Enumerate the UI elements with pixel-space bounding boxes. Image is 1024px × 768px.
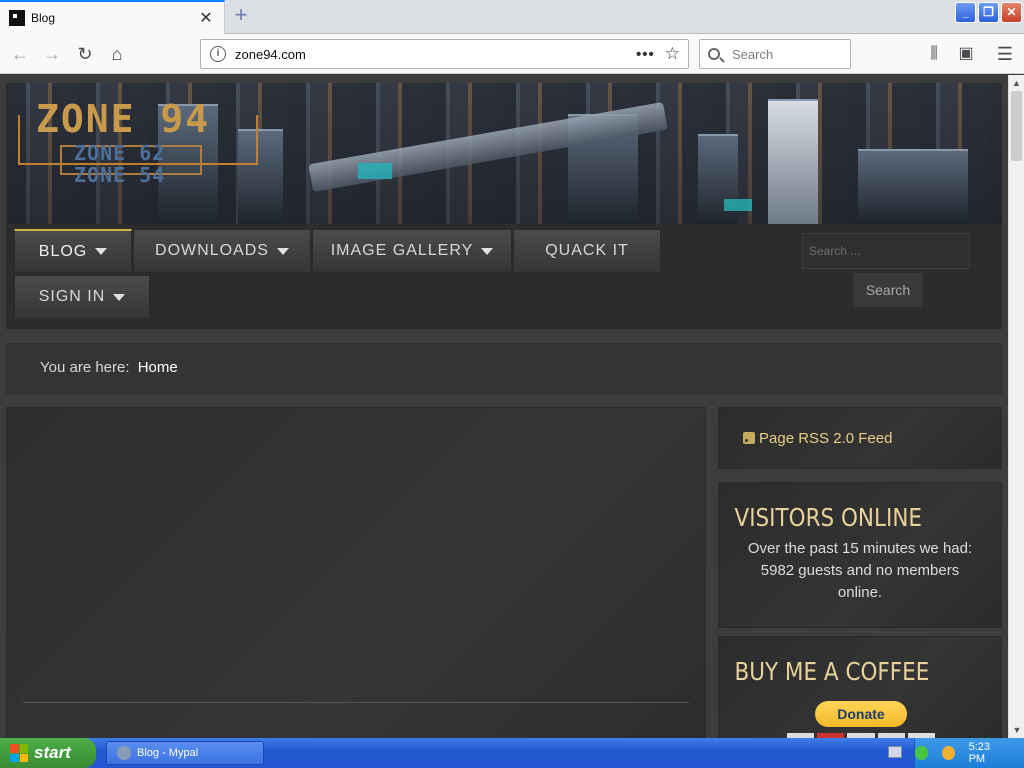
sidebar-icon[interactable]: ▣ xyxy=(954,42,978,66)
back-arrow-icon[interactable]: ← xyxy=(8,42,32,66)
menu-item-label: BLOG xyxy=(38,242,88,260)
network-icon[interactable] xyxy=(915,746,928,760)
content-divider xyxy=(23,702,689,703)
rss-feed-link[interactable]: Page RSS 2.0 Feed xyxy=(759,430,892,447)
windows-logo-icon xyxy=(10,744,28,762)
caret-down-icon xyxy=(95,248,108,255)
coffee-title: BUY ME A COFFEE xyxy=(734,657,930,686)
keyboard-icon[interactable] xyxy=(888,746,902,758)
bookmark-star-icon[interactable]: ☆ xyxy=(665,44,680,64)
rss-icon xyxy=(743,432,755,444)
address-bar[interactable]: i zone94.com ••• ☆ xyxy=(200,39,689,69)
site-header: ZONE 94 ZONE 62 ZONE 54 BLOG DOWNLOADS I… xyxy=(6,83,1002,329)
clock[interactable]: 5:23 PM xyxy=(969,741,1006,765)
header-banner-image: ZONE 94 ZONE 62 ZONE 54 xyxy=(8,83,1002,224)
scroll-down-icon[interactable]: ▼ xyxy=(1009,722,1024,738)
building-shape xyxy=(858,149,968,224)
building-shape xyxy=(768,99,818,224)
taskbar: start Blog - Mypal 5:23 PM xyxy=(0,738,1024,768)
start-label: start xyxy=(34,743,71,762)
menu-item-downloads[interactable]: DOWNLOADS xyxy=(133,229,311,273)
neon-sign xyxy=(358,163,392,179)
url-text[interactable]: zone94.com xyxy=(235,47,636,62)
main-content xyxy=(6,407,706,738)
menu-item-sign-in[interactable]: SIGN IN xyxy=(14,275,150,319)
rss-feed-box: Page RSS 2.0 Feed xyxy=(718,407,1002,469)
menu-item-blog[interactable]: BLOG xyxy=(14,229,132,273)
taskbar-item-label: Blog - Mypal xyxy=(137,747,199,759)
tab-blog[interactable]: Blog ✕ xyxy=(0,0,225,34)
tab-strip: Blog ✕ + _ ❐ ✕ xyxy=(0,0,1024,34)
reload-icon[interactable]: ↻ xyxy=(73,42,97,66)
forward-arrow-icon[interactable]: → xyxy=(40,42,64,66)
web-page: ZONE 94 ZONE 62 ZONE 54 BLOG DOWNLOADS I… xyxy=(0,75,1008,738)
breadcrumb-home: Home xyxy=(137,359,178,376)
restore-button[interactable]: ❐ xyxy=(978,2,999,23)
logo-subtitle: ZONE 54 xyxy=(74,163,166,187)
system-tray: 5:23 PM xyxy=(914,738,1024,768)
logo-subtitle: ZONE 62 xyxy=(74,141,166,165)
scroll-up-icon[interactable]: ▲ xyxy=(1009,75,1024,91)
close-window-button[interactable]: ✕ xyxy=(1001,2,1022,23)
visitors-text: Over the past 15 minutes we had: 5982 gu… xyxy=(747,540,973,601)
browser-search-placeholder: Search xyxy=(732,46,774,62)
breadcrumb-prefix: You are here: xyxy=(40,359,130,376)
site-favicon-icon xyxy=(9,10,25,26)
window-controls: _ ❐ ✕ xyxy=(955,2,1022,23)
home-icon[interactable]: ⌂ xyxy=(105,42,129,66)
caret-down-icon xyxy=(113,293,126,301)
library-icon[interactable]: ⫼ xyxy=(922,42,946,66)
site-search-button[interactable]: Search xyxy=(853,273,923,307)
donate-button[interactable]: Donate xyxy=(815,701,907,727)
visitors-title: VISITORS ONLINE xyxy=(734,503,922,532)
scrollbar-thumb[interactable] xyxy=(1011,91,1022,161)
breadcrumb: You are here: Home xyxy=(6,341,1002,395)
menu-item-label: SIGN IN xyxy=(38,288,106,305)
visitors-online-box: VISITORS ONLINE Over the past 15 minutes… xyxy=(718,482,1002,628)
site-search-input[interactable]: Search ... xyxy=(802,233,970,269)
menu-item-label: QUACK IT xyxy=(545,242,629,259)
caret-down-icon xyxy=(481,247,494,255)
minimize-button[interactable]: _ xyxy=(955,2,976,23)
browser-search-input[interactable]: Search xyxy=(699,39,851,69)
menu-item-quack-it[interactable]: QUACK IT xyxy=(513,229,661,273)
caret-down-icon xyxy=(276,247,289,255)
menu-item-label: IMAGE GALLERY xyxy=(330,242,474,259)
page-scrollbar[interactable]: ▲ ▼ xyxy=(1008,75,1024,738)
browser-app-icon xyxy=(117,746,131,760)
menu-item-image-gallery[interactable]: IMAGE GALLERY xyxy=(312,229,512,273)
search-icon xyxy=(708,48,720,60)
neon-sign xyxy=(724,199,752,211)
menu-hamburger-icon[interactable]: ☰ xyxy=(993,42,1017,66)
navigation-toolbar: ← → ↻ ⌂ i zone94.com ••• ☆ Search ⫼ ▣ ☰ xyxy=(0,34,1024,74)
close-tab-icon[interactable]: ✕ xyxy=(194,8,218,28)
page-actions-icon[interactable]: ••• xyxy=(636,46,655,63)
tab-title: Blog xyxy=(31,11,56,25)
site-logo[interactable]: ZONE 94 xyxy=(36,97,210,141)
site-info-icon[interactable]: i xyxy=(210,46,226,62)
buy-me-a-coffee-box: BUY ME A COFFEE Donate xyxy=(718,636,1002,738)
menu-item-label: DOWNLOADS xyxy=(155,242,269,259)
search-tray-icon[interactable] xyxy=(941,746,955,760)
taskbar-item-browser[interactable]: Blog - Mypal xyxy=(106,741,264,765)
new-tab-button[interactable]: + xyxy=(229,4,253,28)
start-button[interactable]: start xyxy=(0,738,96,768)
